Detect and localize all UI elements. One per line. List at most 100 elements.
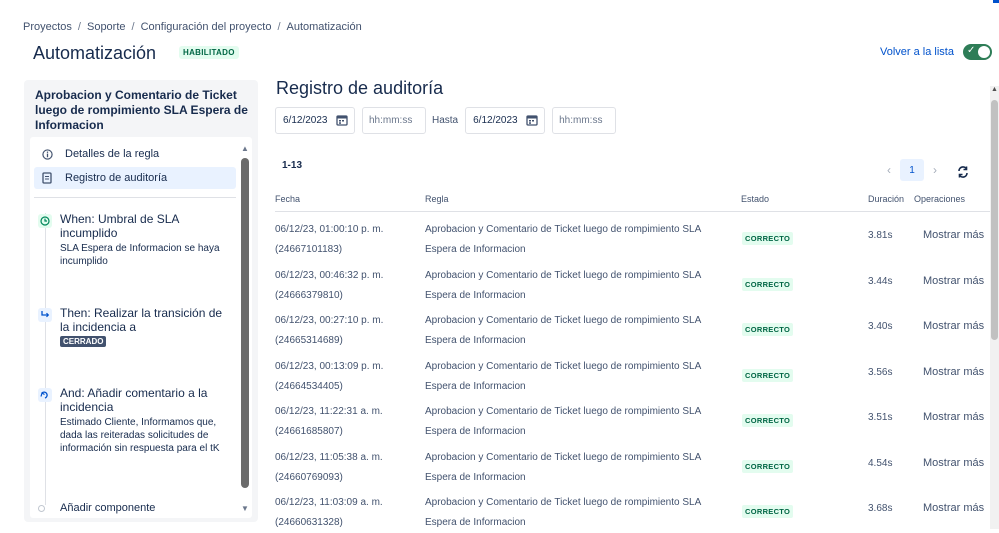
chevron-right-icon[interactable]: › <box>928 163 942 177</box>
row-status-badge: CORRECTO <box>742 277 794 291</box>
row-date-value: 06/12/23, 00:27:10 p. m. <box>275 315 384 326</box>
divider <box>34 197 236 198</box>
trigger-step[interactable]: When: Umbral de SLA incumplido SLA Esper… <box>38 212 238 272</box>
sidebar-scrollbar[interactable]: ▲ ▼ <box>241 144 249 513</box>
page-button[interactable]: 1 <box>900 159 924 181</box>
row-date-value: 06/12/23, 11:05:38 a. m. <box>275 451 383 463</box>
action-comment-step[interactable]: And: Añadir comentario a la incidencia E… <box>38 386 238 466</box>
row-date-value: 06/12/23, 11:03:09 a. m. <box>275 497 383 508</box>
clock-icon <box>38 214 52 228</box>
toggle-knob <box>978 46 990 58</box>
show-more-button[interactable]: Mostrar más <box>923 411 984 423</box>
breadcrumb-project-settings[interactable]: Configuración del proyecto <box>141 21 272 33</box>
rule-enabled-toggle[interactable]: ✓ <box>963 44 992 60</box>
column-header-date[interactable]: Fecha <box>275 194 300 204</box>
row-rule-line1: Aprobacion y Comentario de Ticket luego … <box>425 406 702 417</box>
row-execution-id: (24665314689) <box>275 335 343 346</box>
scrollbar-thumb[interactable] <box>991 100 998 340</box>
breadcrumb-automation[interactable]: Automatización <box>287 21 362 33</box>
scroll-down-icon[interactable]: ▼ <box>241 504 249 513</box>
trigger-description: SLA Espera de Informacion se haya incump… <box>60 243 220 267</box>
table-row[interactable]: 06/12/23, 11:22:31 a. m. (24661685807) Apr… <box>275 395 991 440</box>
to-date-value: 6/12/2023 <box>473 115 518 126</box>
row-duration: 3.68s <box>868 503 893 514</box>
row-duration: 3.56s <box>868 366 893 378</box>
scrollbar-thumb[interactable] <box>241 158 249 488</box>
comment-icon <box>38 388 52 402</box>
row-date: 06/12/23, 11:03:09 a. m. (24660631328) <box>275 493 383 533</box>
row-rule-line1: Aprobacion y Comentario de Ticket luego … <box>425 315 702 326</box>
show-more-button[interactable]: Mostrar más <box>923 457 984 469</box>
row-rule-line1: Aprobacion y Comentario de Ticket luego … <box>425 360 702 372</box>
row-status-badge: CORRECTO <box>742 368 794 382</box>
status-badge: HABILITADO <box>179 46 239 59</box>
breadcrumb-projects[interactable]: Proyectos <box>23 21 72 33</box>
table-row[interactable]: 06/12/23, 00:13:09 p. m. (24664534405) Apr… <box>275 350 991 395</box>
row-rule-line2: Espera de Informacion <box>425 380 526 392</box>
nav-audit-log[interactable]: Registro de auditoría <box>34 167 236 189</box>
row-status-badge: CORRECTO <box>742 505 794 518</box>
row-rule-line1: Aprobacion y Comentario de Ticket luego … <box>425 224 702 235</box>
add-component-dot-icon <box>38 504 45 512</box>
calendar-icon[interactable] <box>526 114 538 126</box>
back-to-list-link[interactable]: Volver a la lista <box>880 46 954 58</box>
until-label: Hasta <box>432 115 459 126</box>
show-more-button[interactable]: Mostrar más <box>923 229 984 241</box>
row-duration: 3.44s <box>868 275 893 287</box>
action-transition-step[interactable]: Then: Realizar la transición de la incid… <box>38 306 238 351</box>
row-duration: 3.51s <box>868 412 893 423</box>
row-date: 06/12/23, 00:13:09 p. m. (24664534405) <box>275 357 383 397</box>
from-date-input[interactable]: 6/12/2023 <box>275 107 355 134</box>
rule-nav-card: Detalles de la regla Registro de auditor… <box>30 137 252 518</box>
row-rule-line2: Espera de Informacion <box>425 289 526 301</box>
table-row[interactable]: 06/12/23, 11:05:38 a. m. (24660769093) Apr… <box>275 441 991 486</box>
breadcrumb-separator: / <box>77 21 81 33</box>
show-more-button[interactable]: Mostrar más <box>923 320 984 332</box>
row-date: 06/12/23, 00:27:10 p. m. (24665314689) <box>275 311 383 351</box>
breadcrumb-separator: / <box>277 21 281 33</box>
row-execution-id: (24660631328) <box>275 517 343 528</box>
row-rule-line2: Espera de Informacion <box>425 471 526 483</box>
show-more-button[interactable]: Mostrar más <box>923 502 984 514</box>
table-header-divider <box>275 211 991 212</box>
rule-sidebar: Aprobacion y Comentario de Ticket luego … <box>24 80 258 522</box>
column-header-duration[interactable]: Duración <box>868 194 904 204</box>
to-time-input[interactable]: hh:mm:ss <box>552 107 617 134</box>
row-date: 06/12/23, 00:46:32 p. m. (24666379810) <box>275 266 383 306</box>
column-header-rule[interactable]: Regla <box>425 194 449 204</box>
trigger-title: When: Umbral de SLA incumplido <box>60 212 179 240</box>
audit-log-title: Registro de auditoría <box>276 78 444 98</box>
refresh-icon[interactable] <box>956 165 970 179</box>
chevron-left-icon[interactable]: ‹ <box>882 163 896 177</box>
from-date-value: 6/12/2023 <box>283 115 328 126</box>
row-status-badge: CORRECTO <box>742 232 794 245</box>
table-row[interactable]: 06/12/23, 00:27:10 p. m. (24665314689) Apr… <box>275 304 991 349</box>
breadcrumb-support[interactable]: Soporte <box>87 21 126 33</box>
row-rule-line2: Espera de Informacion <box>425 244 526 255</box>
nav-rule-details[interactable]: Detalles de la regla <box>34 143 236 165</box>
show-more-button[interactable]: Mostrar más <box>923 275 984 287</box>
breadcrumb: Proyectos / Soporte / Configuración del … <box>23 21 362 33</box>
top-border <box>0 0 999 3</box>
add-component-button[interactable]: Añadir componente <box>38 502 155 514</box>
to-date-input[interactable]: 6/12/2023 <box>465 107 546 134</box>
table-row[interactable]: 06/12/23, 01:00:10 p. m. (24667101183) Apr… <box>275 213 991 258</box>
from-time-input[interactable]: hh:mm:ss <box>362 107 426 134</box>
closed-status-badge: CERRADO <box>60 336 107 347</box>
table-row[interactable]: 06/12/23, 00:46:32 p. m. (24666379810) Apr… <box>275 259 991 304</box>
column-header-status[interactable]: Estado <box>741 194 769 204</box>
scroll-up-icon[interactable]: ▲ <box>241 144 249 153</box>
page-scrollbar[interactable]: ▲ <box>990 86 999 529</box>
page-title: Automatización <box>33 43 157 63</box>
info-icon <box>41 148 53 160</box>
scroll-up-icon[interactable]: ▲ <box>991 86 998 93</box>
row-execution-id: (24667101183) <box>275 244 343 255</box>
top-accent <box>993 0 999 3</box>
row-status-badge: CORRECTO <box>742 323 794 336</box>
table-row[interactable]: 06/12/23, 11:03:09 a. m. (24660631328) Apr… <box>275 486 991 531</box>
row-execution-id: (24661685807) <box>275 426 343 437</box>
show-more-button[interactable]: Mostrar más <box>923 366 984 378</box>
row-rule: Aprobacion y Comentario de Ticket luego … <box>425 266 725 306</box>
document-icon <box>41 172 53 184</box>
calendar-icon[interactable] <box>336 114 348 126</box>
